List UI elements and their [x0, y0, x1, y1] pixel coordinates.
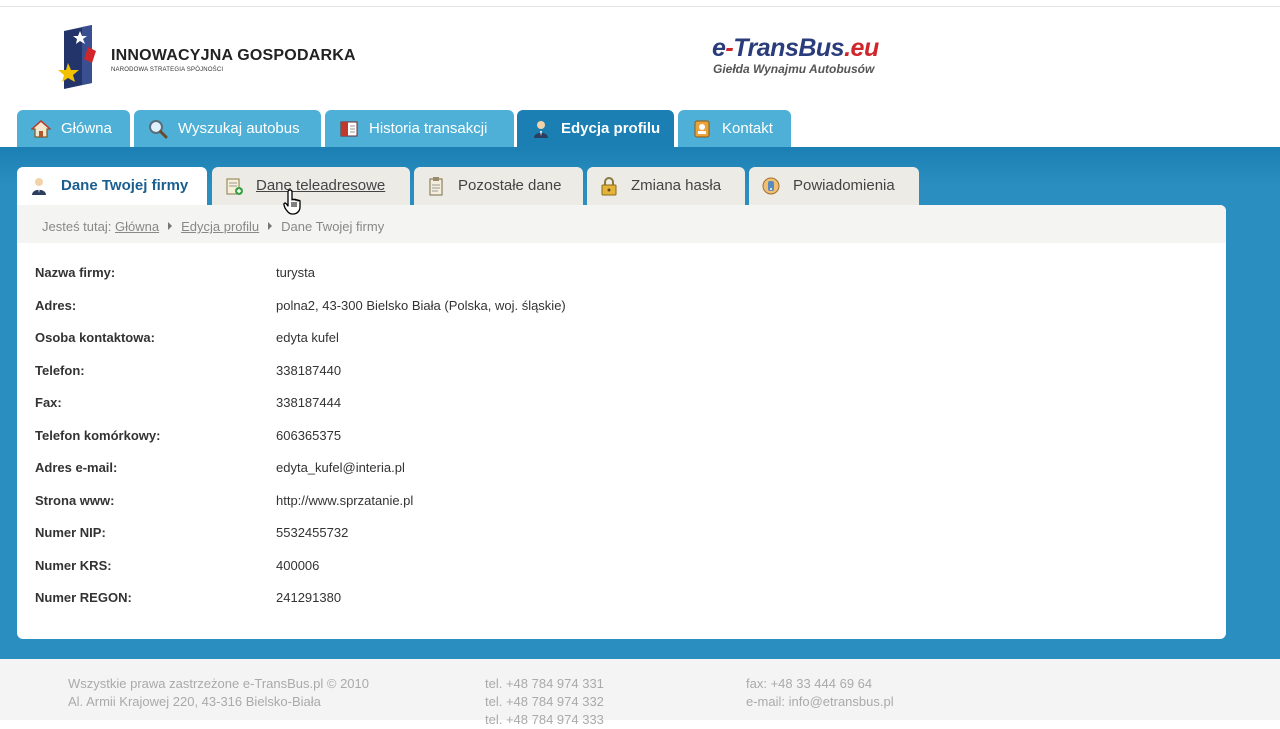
breadcrumb-separator-icon [168, 222, 173, 230]
field-label: Adres: [35, 298, 77, 313]
field-value: polna2, 43-300 Bielsko Biała (Polska, wo… [276, 298, 566, 313]
logo-title: INNOWACYJNA GOSPODARKA [111, 47, 356, 64]
field-label: Strona www: [35, 493, 115, 508]
field-numer-krs: Numer KRS: 400006 [35, 558, 1135, 590]
field-numer-regon: Numer REGON: 241291380 [35, 590, 1135, 622]
company-details-panel: Jesteś tutaj: Główna Edycja profilu Dane T… [17, 205, 1226, 639]
main-navigation: Główna Wyszukaj autobus Historia transak… [0, 110, 1280, 147]
book-icon [340, 121, 358, 137]
field-value: 400006 [276, 558, 320, 573]
brand-suffix: .eu [844, 34, 879, 62]
field-value: 338187444 [276, 395, 342, 410]
field-label: Numer REGON: [35, 590, 132, 605]
footer-tel-1: tel. +48 784 974 331 [485, 676, 604, 691]
breadcrumb-current: Dane Twojej firmy [281, 219, 385, 234]
subtab-zmiana-hasla[interactable]: Zmiana hasła [587, 167, 745, 205]
brand-prefix: e [712, 34, 726, 62]
subtab-label: Powiadomienia [793, 177, 895, 194]
field-value: turysta [276, 265, 316, 280]
breadcrumb: Jesteś tutaj: Główna Edycja profilu Dane T… [17, 205, 1226, 243]
field-value: edyta_kufel@interia.pl [276, 460, 405, 475]
lock-icon [601, 177, 617, 196]
footer-tel-2: tel. +48 784 974 332 [485, 694, 604, 709]
magnifier-icon [149, 120, 168, 139]
footer-copyright: Wszystkie prawa zastrzeżone e-TransBus.p… [68, 676, 369, 691]
field-fax: Fax: 338187444 [35, 395, 1135, 427]
hand-pointer-cursor-icon [283, 189, 301, 215]
subtab-label: Dane teleadresowe [256, 177, 386, 194]
field-adres: Adres: polna2, 43-300 Bielsko Biała (Pols… [35, 298, 1135, 330]
field-label: Telefon komórkowy: [35, 428, 161, 443]
subtab-dane-twojej-firmy[interactable]: Dane Twojej firmy [17, 167, 207, 207]
field-label: Osoba kontaktowa: [35, 330, 155, 345]
subtab-powiadomienia[interactable]: Powiadomienia [749, 167, 919, 205]
footer-phones: tel. +48 784 974 331 tel. +48 784 974 33… [485, 675, 604, 729]
tab-edycja-profilu[interactable]: Edycja profilu [517, 110, 674, 147]
field-telefon-komorkowy: Telefon komórkowy: 606365375 [35, 428, 1135, 460]
tab-wyszukaj-autobus[interactable]: Wyszukaj autobus [134, 110, 321, 147]
tab-label: Kontakt [722, 120, 773, 137]
brand-main: TransBus [733, 34, 845, 62]
etransbus-brand-logo[interactable]: e-TransBus.eu Giełda Wynajmu Autobusów [712, 34, 879, 76]
page-footer: Wszystkie prawa zastrzeżone e-TransBus.p… [0, 659, 1280, 727]
tab-label: Wyszukaj autobus [178, 120, 300, 137]
contact-book-icon [694, 120, 710, 138]
clipboard-icon [429, 177, 443, 196]
tab-label: Edycja profilu [561, 120, 661, 137]
notification-icon [762, 177, 780, 195]
brand-tagline: Giełda Wynajmu Autobusów [713, 62, 875, 76]
breadcrumb-link-glowna[interactable]: Główna [115, 219, 159, 234]
subtab-pozostale-dane[interactable]: Pozostałe dane [414, 167, 583, 205]
field-adres-email: Adres e-mail: edyta_kufel@interia.pl [35, 460, 1135, 492]
footer-email[interactable]: e-mail: info@etransbus.pl [746, 693, 894, 711]
breadcrumb-link-edycja-profilu[interactable]: Edycja profilu [181, 219, 259, 234]
subtab-label: Dane Twojej firmy [61, 177, 189, 194]
field-label: Adres e-mail: [35, 460, 118, 475]
field-value: 338187440 [276, 363, 342, 378]
brand-name: e-TransBus.eu [712, 34, 879, 62]
subtab-dane-teleadresowe[interactable]: Dane teleadresowe [212, 167, 410, 205]
field-nazwa-firmy: Nazwa firmy: turysta [35, 265, 1135, 297]
tab-historia-transakcji[interactable]: Historia transakcji [325, 110, 514, 147]
user-icon [32, 178, 46, 195]
eu-flag-star-icon [58, 25, 96, 89]
field-numer-nip: Numer NIP: 5532455732 [35, 525, 1135, 557]
profile-sub-navigation: Dane Twojej firmy Dane teleadresowe Pozo… [0, 167, 1280, 207]
field-label: Numer NIP: [35, 525, 106, 540]
footer-address: Al. Armii Krajowej 220, 43-316 Bielsko-B… [68, 694, 321, 709]
card-add-icon [226, 178, 243, 195]
home-icon [31, 120, 51, 138]
page-header: INNOWACYJNA GOSPODARKA NARODOWA STRATEGI… [0, 7, 1280, 110]
field-value: http://www.sprzatanie.pl [276, 493, 414, 508]
field-strona-www: Strona www: http://www.sprzatanie.pl [35, 493, 1135, 525]
field-label: Nazwa firmy: [35, 265, 116, 280]
tab-glowna[interactable]: Główna [17, 110, 130, 147]
subtab-label: Pozostałe dane [458, 177, 562, 194]
field-value: 606365375 [276, 428, 342, 443]
field-label: Telefon: [35, 363, 85, 378]
footer-company-info: Wszystkie prawa zastrzeżone e-TransBus.p… [68, 675, 369, 711]
footer-fax: fax: +48 33 444 69 64 [746, 676, 873, 691]
field-telefon: Telefon: 338187440 [35, 363, 1135, 395]
footer-contact: fax: +48 33 444 69 64 e-mail: info@etran… [746, 675, 894, 711]
tab-kontakt[interactable]: Kontakt [678, 110, 791, 147]
field-value: edyta kufel [276, 330, 339, 345]
field-osoba-kontaktowa: Osoba kontaktowa: edyta kufel [35, 330, 1135, 362]
field-label: Fax: [35, 395, 62, 410]
field-value: 241291380 [276, 590, 342, 605]
field-label: Numer KRS: [35, 558, 112, 573]
footer-tel-3: tel. +48 784 974 333 [485, 712, 604, 727]
field-value: 5532455732 [276, 525, 349, 540]
logo-subtitle: NARODOWA STRATEGIA SPÓJNOŚCI [111, 67, 224, 73]
user-icon [534, 121, 548, 138]
innowacyjna-gospodarka-logo[interactable]: INNOWACYJNA GOSPODARKA NARODOWA STRATEGI… [58, 25, 358, 95]
tab-label: Główna [61, 120, 112, 137]
subtab-label: Zmiana hasła [631, 177, 722, 194]
breadcrumb-separator-icon [268, 222, 273, 230]
breadcrumb-prefix: Jesteś tutaj: [42, 219, 112, 234]
tab-label: Historia transakcji [369, 120, 488, 137]
